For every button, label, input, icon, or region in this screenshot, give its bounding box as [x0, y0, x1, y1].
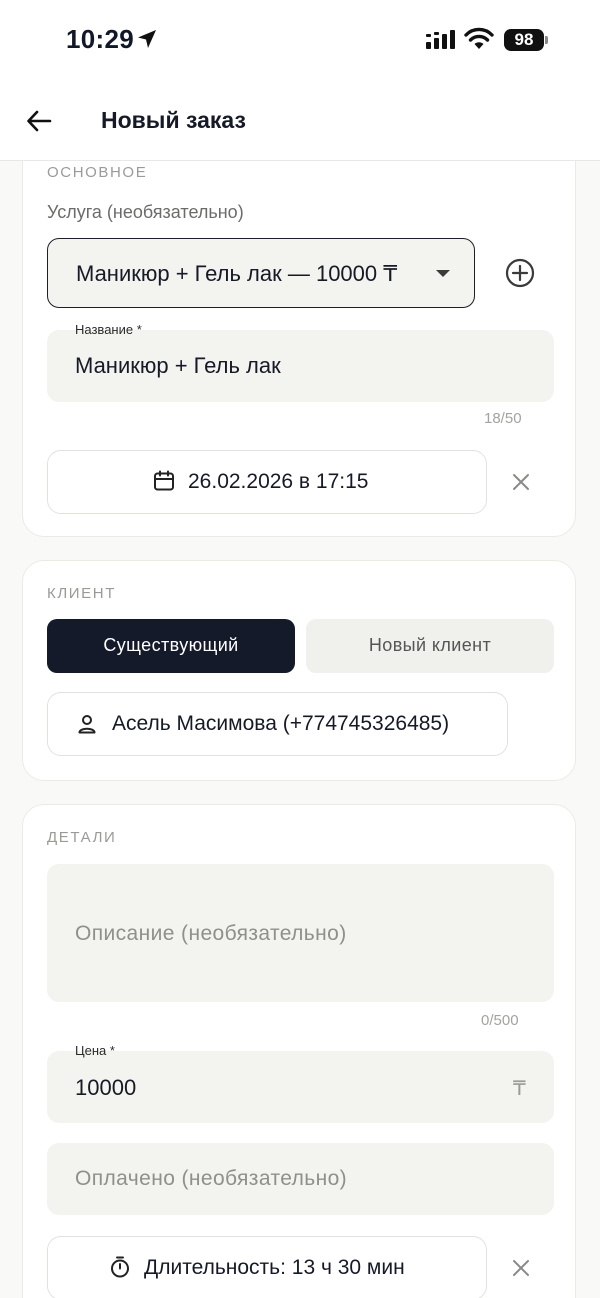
form-scroll-area[interactable]: ОСНОВНОЕ Услуга (необязательно) Маникюр … [0, 161, 600, 1298]
basics-card: ОСНОВНОЕ Услуга (необязательно) Маникюр … [22, 161, 576, 537]
name-field-value: Маникюр + Гель лак [75, 353, 281, 378]
tab-new-client[interactable]: Новый клиент [306, 619, 554, 673]
tab-existing-client[interactable]: Существующий [47, 619, 295, 673]
currency-tenge-icon: ₸ [513, 1078, 526, 1100]
section-label-details: ДЕТАЛИ [47, 829, 117, 846]
datetime-value: 26.02.2026 в 17:15 [188, 470, 369, 493]
user-icon [78, 715, 96, 734]
clear-duration-icon[interactable] [511, 1258, 531, 1278]
paid-placeholder: Оплачено (необязательно) [75, 1167, 348, 1190]
service-label: Услуга (необязательно) [47, 202, 244, 222]
price-field-value: 10000 [75, 1075, 137, 1100]
duration-button[interactable]: Длительность: 13 ч 30 мин [47, 1236, 487, 1298]
add-service-icon[interactable] [503, 256, 537, 290]
page-title: Новый заказ [101, 107, 246, 133]
section-label-client: КЛИЕНТ [47, 585, 116, 602]
stopwatch-icon [111, 1256, 129, 1278]
location-arrow-icon [138, 30, 156, 48]
paid-field[interactable]: Оплачено (необязательно) [47, 1143, 554, 1215]
calendar-icon [154, 470, 174, 491]
service-select-value: Маникюр + Гель лак — 10000 ₸ [76, 261, 398, 286]
name-field-label: Название * [75, 322, 142, 337]
cellular-signal-icon [426, 30, 455, 49]
battery-icon: 98 [504, 29, 544, 51]
wifi-icon [464, 27, 494, 49]
client-card: КЛИЕНТ Существующий Новый клиент Асель М… [22, 560, 576, 781]
description-char-counter: 0/500 [481, 1012, 519, 1029]
client-select-button[interactable]: Асель Масимова (+774745326485) [47, 692, 508, 756]
service-select[interactable]: Маникюр + Гель лак — 10000 ₸ [47, 238, 475, 308]
name-field[interactable]: Название * Маникюр + Гель лак [47, 322, 554, 402]
price-field[interactable]: Цена * 10000 ₸ [47, 1043, 554, 1123]
section-label-basics: ОСНОВНОЕ [47, 164, 148, 181]
status-bar: 10:29 98 [0, 0, 600, 80]
clear-datetime-icon[interactable] [511, 472, 531, 492]
details-card: ДЕТАЛИ Описание (необязательно) 0/500 Це… [22, 804, 576, 1298]
duration-value: Длительность: 13 ч 30 мин [144, 1256, 405, 1279]
datetime-button[interactable]: 26.02.2026 в 17:15 [47, 450, 487, 514]
description-placeholder: Описание (необязательно) [75, 922, 347, 945]
description-field[interactable]: Описание (необязательно) [47, 864, 554, 1002]
price-field-label: Цена * [75, 1043, 115, 1058]
battery-tip [545, 36, 548, 44]
app-bar: Новый заказ [0, 80, 600, 161]
dropdown-caret-icon [436, 270, 450, 277]
selected-client-name: Асель Масимова (+774745326485) [112, 712, 450, 735]
tab-new-label: Новый клиент [368, 635, 492, 655]
status-time: 10:29 [66, 24, 134, 54]
tab-existing-label: Существующий [103, 635, 239, 655]
name-char-counter: 18/50 [484, 410, 522, 427]
back-arrow-icon[interactable] [24, 106, 54, 136]
